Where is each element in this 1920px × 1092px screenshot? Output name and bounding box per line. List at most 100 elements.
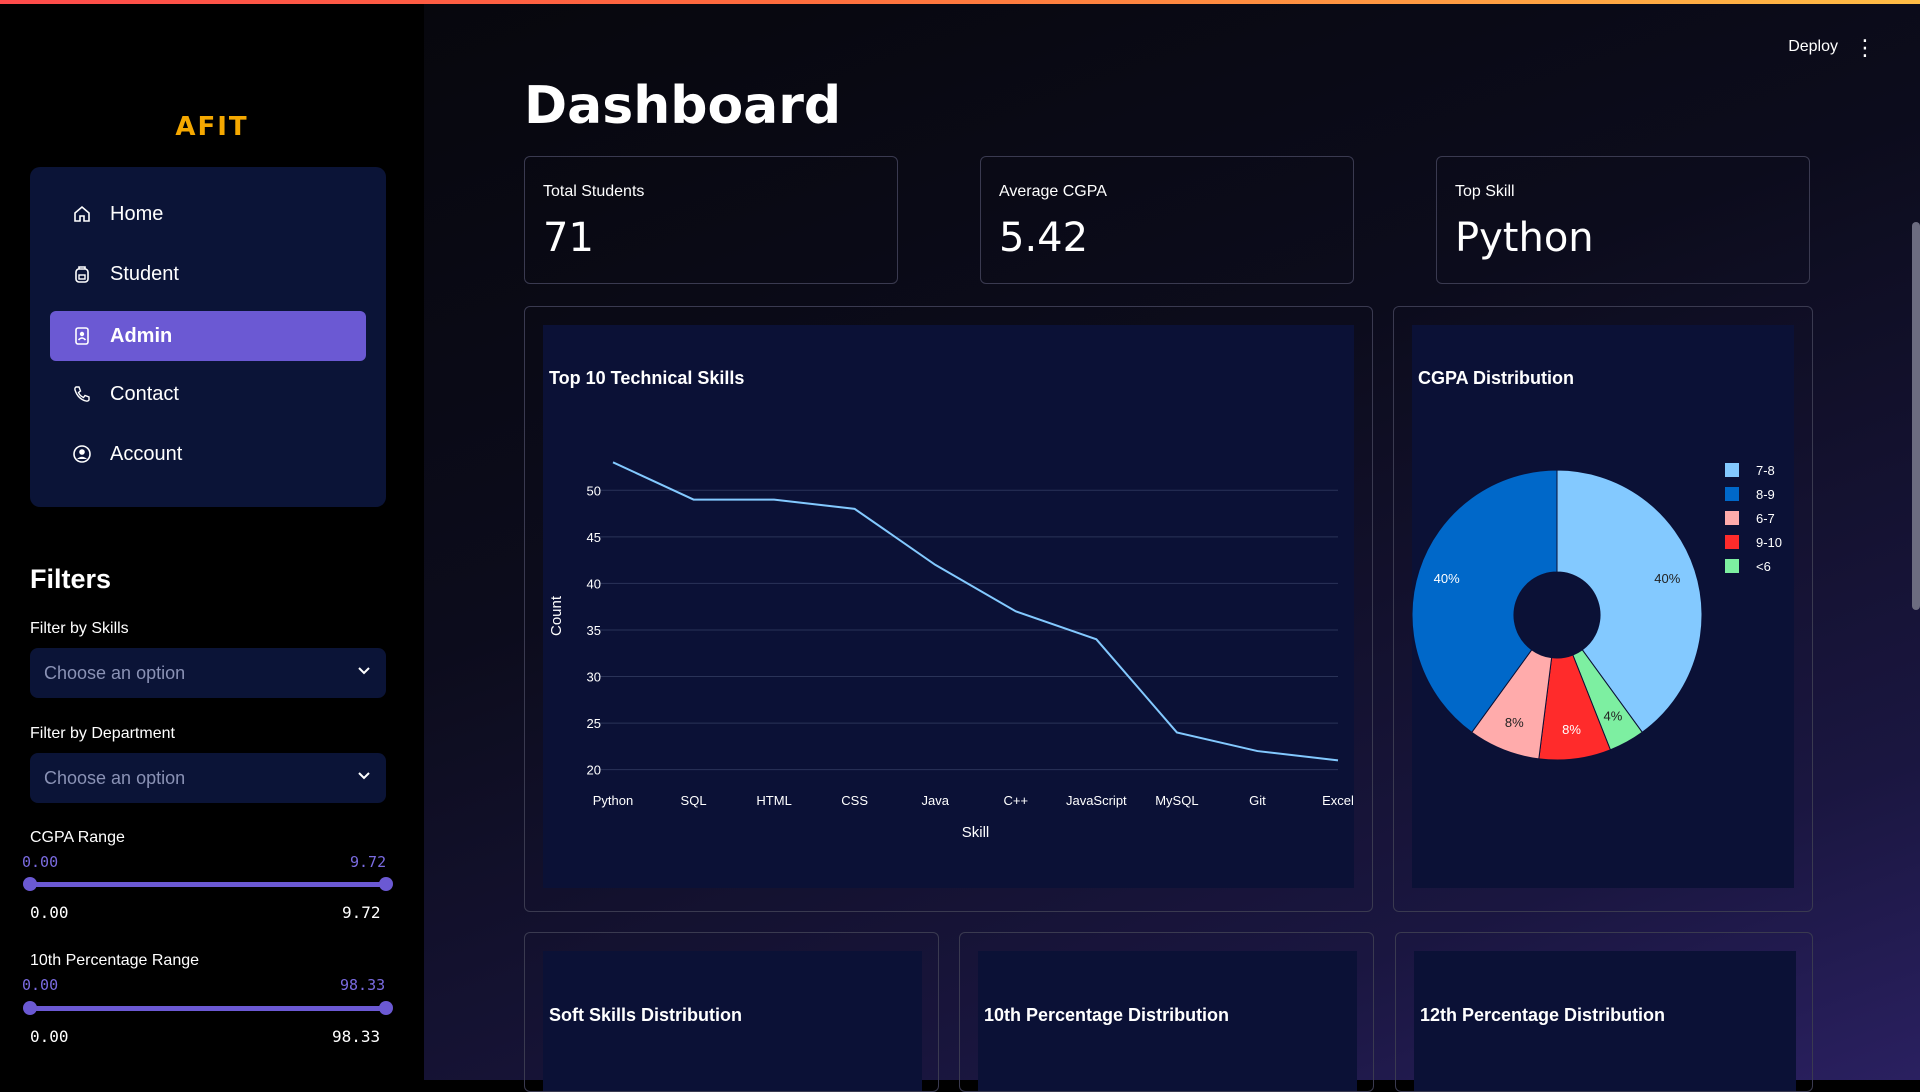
y-tick-label: 35 <box>587 623 601 638</box>
twelfth-percentage-title: 12th Percentage Distribution <box>1420 1005 1666 1025</box>
metric-value: Python <box>1455 215 1594 261</box>
x-tick-label: JavaScript <box>1066 793 1127 808</box>
x-tick-label: C++ <box>1003 793 1028 808</box>
nav-label: Home <box>110 202 164 225</box>
legend-swatch <box>1725 535 1739 549</box>
legend-label: 8-9 <box>1756 487 1775 502</box>
dept-filter-select[interactable]: Choose an option <box>30 753 386 803</box>
y-tick-label: 30 <box>587 670 601 685</box>
x-tick-label: SQL <box>681 793 707 808</box>
phone-icon <box>70 382 94 406</box>
legend-label: 9-10 <box>1756 535 1782 550</box>
nav-label: Admin <box>110 324 173 347</box>
legend-swatch <box>1725 463 1739 477</box>
slice-label: 40% <box>1434 571 1460 586</box>
metric-label: Top Skill <box>1455 183 1515 200</box>
cgpa-range-min-value: 0.00 <box>30 903 69 922</box>
y-tick-label: 20 <box>587 763 601 778</box>
cgpa-range-min-tooltip: 0.00 <box>22 853 59 871</box>
badge-icon <box>70 324 94 348</box>
nav-menu: Home Student Admin Contact Account <box>30 167 386 507</box>
legend-label: 6-7 <box>1756 511 1775 526</box>
tenth-range-label: 10th Percentage Range <box>30 952 200 969</box>
series-line <box>612 461 1339 762</box>
main-content: Deploy ⋮ Dashboard Total Students 71 Ave… <box>424 4 1920 1092</box>
nav-item-admin[interactable]: Admin <box>50 311 366 361</box>
chevron-down-icon <box>356 663 372 684</box>
nav-item-home[interactable]: Home <box>50 189 366 239</box>
x-axis-label: Skill <box>962 824 990 841</box>
legend-swatch <box>1725 511 1739 525</box>
slice-label: 4% <box>1603 709 1622 724</box>
legend-label: 7-8 <box>1756 463 1775 478</box>
sidebar: AFIT Home Student Admin Contact Account … <box>0 4 424 1080</box>
cgpa-range-max-handle[interactable] <box>379 877 393 891</box>
soft-skills-title: Soft Skills Distribution <box>549 1005 743 1025</box>
legend-swatch <box>1725 487 1739 501</box>
chart-title: Top 10 Technical Skills <box>549 368 744 388</box>
nav-label: Student <box>110 262 179 285</box>
soft-skills-card: Soft Skills Distribution <box>524 932 939 1092</box>
cgpa-chart-card: CGPA Distribution 40% 4% 8% 8% 40% 7-8 8-9 6-7 9-… <box>1393 306 1813 912</box>
y-tick-label: 45 <box>587 530 601 545</box>
nav-label: Account <box>110 442 183 465</box>
tenth-range-max-value: 98.33 <box>332 1027 381 1046</box>
tenth-range-min-tooltip: 0.00 <box>22 976 59 994</box>
cgpa-range-slider[interactable] <box>23 877 393 891</box>
chevron-down-icon <box>356 768 372 789</box>
tenth-range-min-handle[interactable] <box>23 1001 37 1015</box>
tenth-percentage-panel: 10th Percentage Distribution <box>978 951 1357 1091</box>
slice-label: 8% <box>1505 715 1524 730</box>
logo: AFIT <box>175 112 249 142</box>
nav-label: Contact <box>110 382 179 405</box>
legend-label: <6 <box>1756 559 1771 574</box>
twelfth-percentage-panel: 12th Percentage Distribution <box>1414 951 1796 1091</box>
metric-label: Total Students <box>543 183 645 200</box>
y-tick-label: 50 <box>587 483 601 498</box>
skills-filter-placeholder: Choose an option <box>44 662 186 683</box>
cgpa-chart-panel: CGPA Distribution 40% 4% 8% 8% 40% 7-8 8-9 6-7 9-… <box>1411 325 1794 888</box>
twelfth-percentage-card: 12th Percentage Distribution <box>1395 932 1813 1092</box>
y-tick-label: 40 <box>587 576 601 591</box>
skills-line-chart[interactable]: Top 10 Technical Skills 20 25 30 35 40 45 50 Pyt… <box>543 325 1354 888</box>
nav-item-contact[interactable]: Contact <box>50 369 366 419</box>
metric-top-skill: Top Skill Python <box>1436 156 1810 284</box>
skills-filter-select[interactable]: Choose an option <box>30 648 386 698</box>
cgpa-range-max-value: 9.72 <box>342 903 381 922</box>
nav-item-student[interactable]: Student <box>50 249 366 299</box>
x-tick-label: Python <box>593 793 633 808</box>
metric-average-cgpa: Average CGPA 5.42 <box>980 156 1354 284</box>
scrollbar[interactable] <box>1912 222 1920 610</box>
nav-item-account[interactable]: Account <box>50 429 366 479</box>
tenth-range-min-value: 0.00 <box>30 1027 69 1046</box>
y-tick-label: 25 <box>587 716 601 731</box>
slice-label: 8% <box>1562 722 1581 737</box>
tenth-range-slider[interactable] <box>23 1001 393 1015</box>
y-axis-label: Count <box>548 595 565 636</box>
backpack-icon <box>70 262 94 286</box>
dept-filter-label: Filter by Department <box>30 725 175 742</box>
tenth-range-max-handle[interactable] <box>379 1001 393 1015</box>
x-tick-label: HTML <box>756 793 791 808</box>
skills-filter-label: Filter by Skills <box>30 620 129 637</box>
metric-value: 5.42 <box>999 215 1089 261</box>
metric-total-students: Total Students 71 <box>524 156 898 284</box>
user-circle-icon <box>70 442 94 466</box>
cgpa-range-max-tooltip: 9.72 <box>350 853 387 871</box>
metric-label: Average CGPA <box>999 183 1107 200</box>
filters-title: Filters <box>30 564 112 594</box>
x-tick-label: Git <box>1249 793 1266 808</box>
soft-skills-panel: Soft Skills Distribution <box>543 951 922 1091</box>
x-tick-label: CSS <box>841 793 868 808</box>
tenth-range-max-tooltip: 98.33 <box>340 976 386 994</box>
cgpa-pie-chart[interactable]: CGPA Distribution 40% 4% 8% 8% 40% 7-8 8-9 6-7 9-… <box>1411 325 1794 888</box>
x-tick-label: Java <box>921 793 949 808</box>
skills-chart-panel: Top 10 Technical Skills 20 25 30 35 40 45 50 Pyt… <box>543 325 1354 888</box>
x-tick-label: Excel <box>1322 793 1354 808</box>
legend-swatch <box>1725 559 1739 573</box>
dept-filter-placeholder: Choose an option <box>44 767 186 788</box>
more-vertical-icon[interactable]: ⋮ <box>1854 36 1876 61</box>
metric-value: 71 <box>543 215 594 261</box>
cgpa-range-min-handle[interactable] <box>23 877 37 891</box>
deploy-button[interactable]: Deploy <box>1788 38 1838 56</box>
